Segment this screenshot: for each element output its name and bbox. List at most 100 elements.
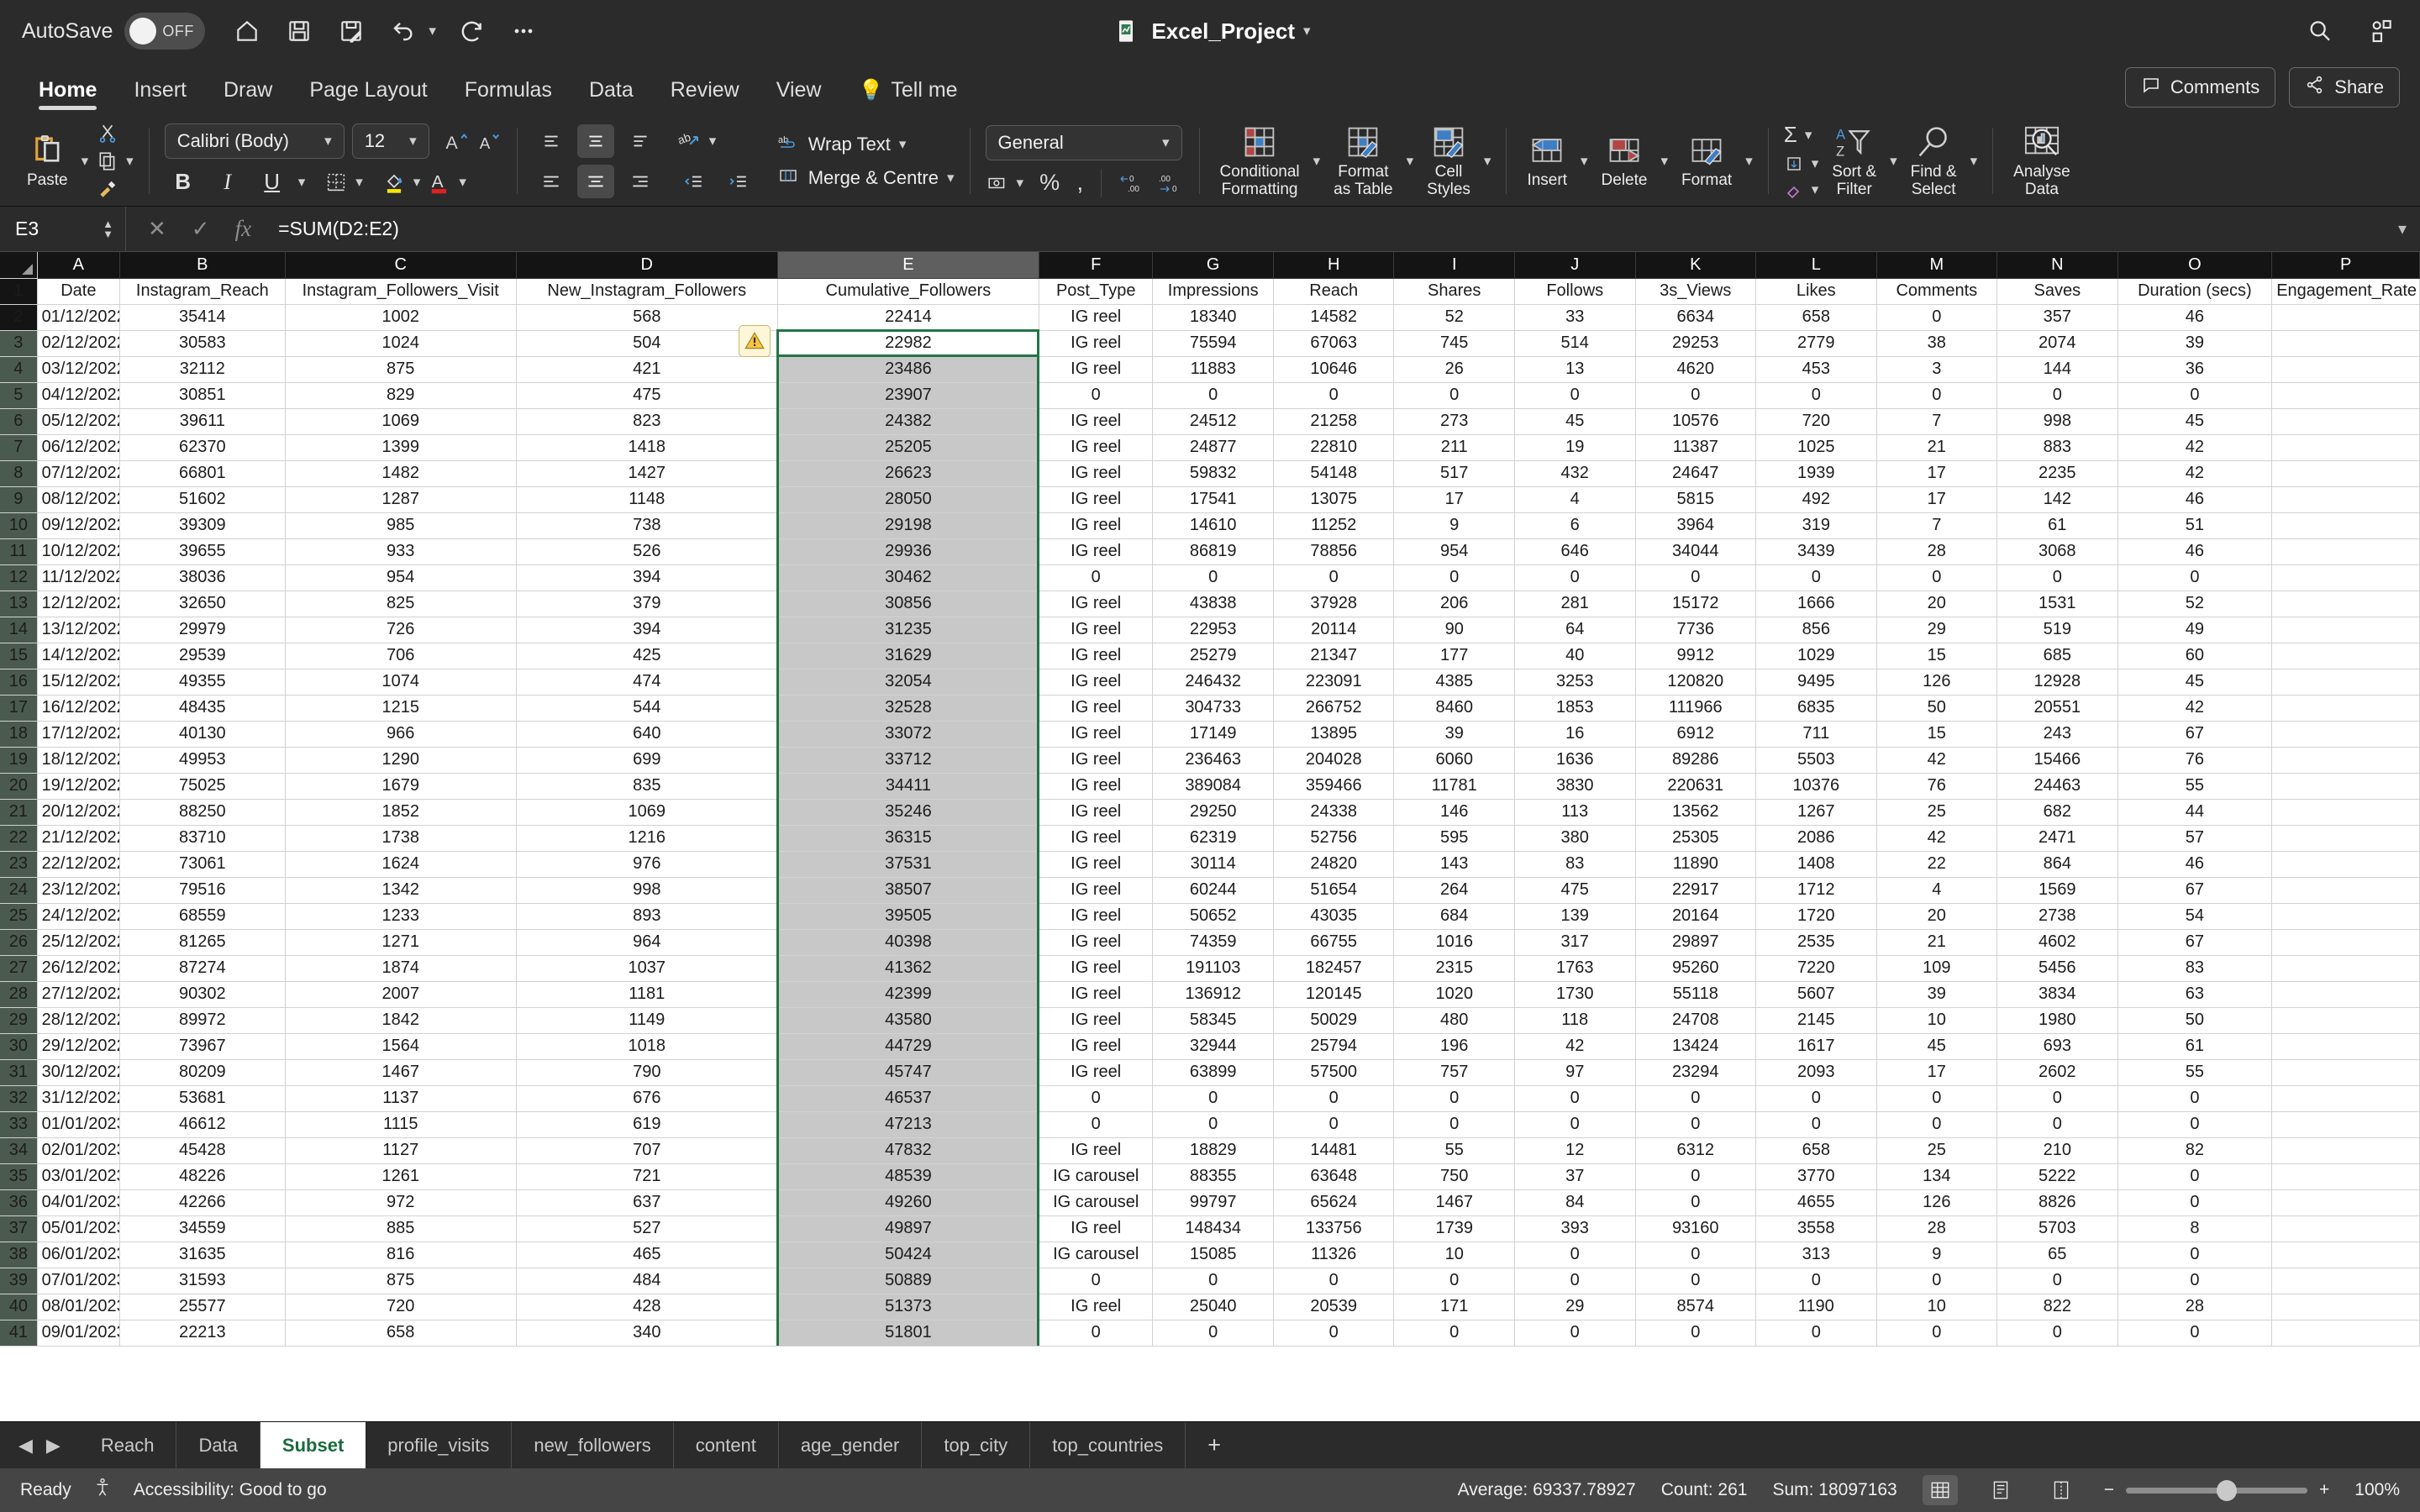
cell[interactable]: 29250 [1152, 799, 1274, 826]
add-sheet-button[interactable]: + [1186, 1422, 1243, 1468]
cell[interactable]: 49260 [777, 1189, 1039, 1216]
more-icon[interactable] [507, 14, 540, 48]
bold-button[interactable]: B [165, 165, 202, 199]
cell[interactable]: 568 [516, 304, 778, 331]
cell[interactable]: 49953 [119, 747, 286, 774]
cell[interactable]: 9912 [1635, 643, 1757, 669]
cell[interactable] [2271, 1242, 2420, 1268]
cell[interactable]: 191103 [1152, 955, 1274, 982]
cell[interactable]: 29198 [777, 512, 1039, 539]
cell[interactable]: 0 [2118, 1242, 2273, 1268]
cell[interactable]: 83 [1514, 851, 1636, 878]
cell[interactable]: 1418 [516, 434, 778, 461]
cell[interactable]: 453 [1755, 356, 1877, 383]
cell[interactable]: 50 [1876, 695, 1998, 722]
align-middle-icon[interactable] [576, 123, 614, 158]
document-title-chevron-down-icon[interactable]: ▾ [1303, 23, 1311, 39]
cell[interactable]: 544 [516, 695, 778, 722]
cell[interactable]: 50889 [777, 1268, 1039, 1294]
cell[interactable]: 39 [2118, 330, 2273, 357]
cell[interactable]: 22/12/2022 [37, 851, 121, 878]
cell[interactable]: IG reel [1039, 1137, 1154, 1164]
cell[interactable]: 09/01/2023 [37, 1320, 121, 1347]
cell[interactable]: 111966 [1635, 695, 1757, 722]
row-header-3[interactable]: 3 [0, 330, 38, 357]
cell[interactable]: 0 [1039, 1085, 1154, 1112]
column-header-f[interactable]: F [1039, 252, 1154, 279]
cell[interactable]: 3253 [1514, 669, 1636, 696]
cell[interactable]: 0 [1273, 1111, 1395, 1138]
tab-formulas[interactable]: Formulas [446, 62, 571, 114]
row-header-37[interactable]: 37 [0, 1215, 38, 1242]
cell[interactable]: 829 [285, 382, 517, 409]
cell[interactable]: 3 [1876, 356, 1998, 383]
cell-styles-chevron-down-icon[interactable]: ▾ [1484, 153, 1491, 170]
cell[interactable]: 465 [516, 1242, 778, 1268]
cell[interactable]: 11252 [1273, 512, 1395, 539]
cell[interactable]: 12/12/2022 [37, 591, 121, 617]
cell[interactable]: 1874 [285, 955, 517, 982]
cell[interactable]: 88250 [119, 799, 286, 826]
row-header-5[interactable]: 5 [0, 382, 38, 409]
number-format-select[interactable]: General ▾ [985, 124, 1182, 160]
save-as-icon[interactable] [334, 14, 368, 48]
row-header-24[interactable]: 24 [0, 877, 38, 904]
format-cells-button[interactable]: Format [1676, 132, 1737, 189]
cell[interactable]: 42399 [777, 981, 1039, 1008]
cell[interactable]: 394 [516, 617, 778, 643]
cell[interactable]: 17 [1393, 486, 1515, 513]
cell[interactable]: 19 [1514, 434, 1636, 461]
format-chevron-down-icon[interactable]: ▾ [1745, 153, 1753, 170]
cell[interactable]: 182457 [1273, 955, 1395, 982]
cell[interactable]: 699 [516, 747, 778, 774]
cell[interactable]: 54 [2118, 903, 2273, 930]
row-header-22[interactable]: 22 [0, 825, 38, 852]
cell[interactable]: 17 [1876, 486, 1998, 513]
cell[interactable]: 10 [1876, 1294, 1998, 1320]
zoom-in-button[interactable]: + [2319, 1480, 2329, 1500]
cell[interactable]: 0 [1635, 1085, 1757, 1112]
cell[interactable]: 0 [1635, 1242, 1757, 1268]
cell[interactable]: IG reel [1039, 695, 1154, 722]
cell[interactable]: 964 [516, 929, 778, 956]
cell[interactable]: 34044 [1635, 538, 1757, 565]
cell[interactable]: 55 [2118, 1059, 2273, 1086]
cell[interactable]: 3830 [1514, 773, 1636, 800]
cell[interactable]: 17 [1876, 1059, 1998, 1086]
cell[interactable]: 646 [1514, 538, 1636, 565]
cell[interactable]: 394 [516, 564, 778, 591]
cell[interactable]: 196 [1393, 1033, 1515, 1060]
cell[interactable]: 76 [1876, 773, 1998, 800]
cell[interactable]: 0 [1039, 1320, 1154, 1347]
autosave-control[interactable]: AutoSave OFF [22, 13, 206, 50]
cell[interactable]: 38507 [777, 877, 1039, 904]
cell[interactable]: 25279 [1152, 643, 1274, 669]
cell[interactable]: 281 [1514, 591, 1636, 617]
cell[interactable]: 313 [1755, 1242, 1877, 1268]
cell[interactable] [2271, 382, 2420, 409]
cell[interactable]: 97 [1514, 1059, 1636, 1086]
cell[interactable]: 33072 [777, 721, 1039, 748]
cell[interactable]: 25040 [1152, 1294, 1274, 1320]
column-header-g[interactable]: G [1152, 252, 1274, 279]
cell[interactable]: 52 [2118, 591, 2273, 617]
cell[interactable]: 25/12/2022 [37, 929, 121, 956]
cell[interactable]: IG reel [1039, 851, 1154, 878]
cell[interactable]: 658 [1755, 304, 1877, 331]
cell[interactable]: 1024 [285, 330, 517, 357]
align-right-icon[interactable] [622, 165, 659, 198]
cell[interactable]: IG reel [1039, 955, 1154, 982]
clear-chevron-down-icon[interactable]: ▾ [1812, 181, 1819, 198]
cell[interactable]: 1482 [285, 460, 517, 487]
tab-data[interactable]: Data [571, 62, 652, 114]
cell[interactable]: 5503 [1755, 747, 1877, 774]
cell[interactable]: 21258 [1273, 408, 1395, 435]
cell[interactable]: 29253 [1635, 330, 1757, 357]
cell[interactable]: 1069 [516, 799, 778, 826]
row-header-40[interactable]: 40 [0, 1294, 38, 1320]
cell[interactable]: 972 [285, 1189, 517, 1216]
accounting-format-icon[interactable] [986, 172, 1009, 194]
insert-function-icon[interactable]: fx [235, 216, 252, 242]
cell[interactable]: 0 [2118, 1320, 2273, 1347]
delete-chevron-down-icon[interactable]: ▾ [1660, 153, 1668, 170]
